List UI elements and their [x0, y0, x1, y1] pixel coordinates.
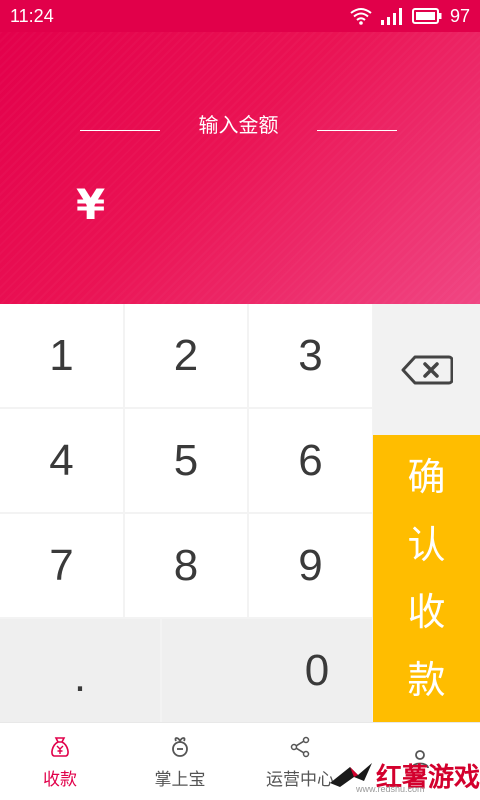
key-1[interactable]: 1 — [0, 304, 123, 407]
money-bag-icon — [51, 736, 69, 757]
status-bar: 11:24 97 — [0, 0, 480, 32]
tab-receive-label: 收款 — [43, 769, 77, 790]
backspace-button[interactable] — [373, 304, 480, 435]
confirm-char-2: 认 — [407, 522, 446, 567]
amount-display[interactable]: ¥ — [76, 180, 105, 230]
numeric-keypad: 1 2 3 4 5 6 7 8 9 . 0 确 认 收 款 — [0, 304, 480, 722]
tab-zhangshangbao-label: 掌上宝 — [154, 769, 206, 790]
key-dot[interactable]: . — [0, 619, 160, 722]
tab-zhangshangbao[interactable]: 掌上宝 — [120, 723, 240, 800]
confirm-char-4: 款 — [407, 658, 446, 703]
confirm-receive-button[interactable]: 确 认 收 款 — [373, 435, 480, 722]
key-8[interactable]: 8 — [125, 514, 247, 617]
key-5[interactable]: 5 — [125, 409, 247, 512]
page-title: 输入金额 — [198, 113, 279, 137]
watermark-url: www.redshu.com — [356, 784, 425, 794]
tab-receive[interactable]: 收款 — [0, 723, 120, 800]
key-0[interactable]: 0 — [162, 619, 372, 722]
status-icons: 97 — [350, 6, 470, 27]
tab-operations-label: 运营中心 — [266, 769, 334, 790]
key-4[interactable]: 4 — [0, 409, 123, 512]
confirm-char-1: 确 — [407, 454, 446, 499]
confirm-char-3: 收 — [407, 590, 446, 635]
amount-header: 输入金额 ¥ — [0, 32, 480, 304]
share-icon — [290, 736, 310, 757]
key-6[interactable]: 6 — [249, 409, 372, 512]
title-divider-left — [80, 130, 160, 131]
title-divider-right — [317, 130, 397, 131]
gift-icon — [172, 736, 188, 757]
key-7[interactable]: 7 — [0, 514, 123, 617]
key-2[interactable]: 2 — [125, 304, 247, 407]
backspace-icon — [401, 355, 453, 384]
battery-level: 97 — [449, 5, 470, 26]
status-time: 11:24 — [10, 5, 54, 26]
signal-icon — [380, 8, 402, 25]
battery-icon — [411, 8, 442, 24]
wifi-icon — [350, 8, 372, 25]
title-row: 输入金额 — [0, 110, 480, 140]
key-3[interactable]: 3 — [249, 304, 372, 407]
key-9[interactable]: 9 — [249, 514, 372, 617]
